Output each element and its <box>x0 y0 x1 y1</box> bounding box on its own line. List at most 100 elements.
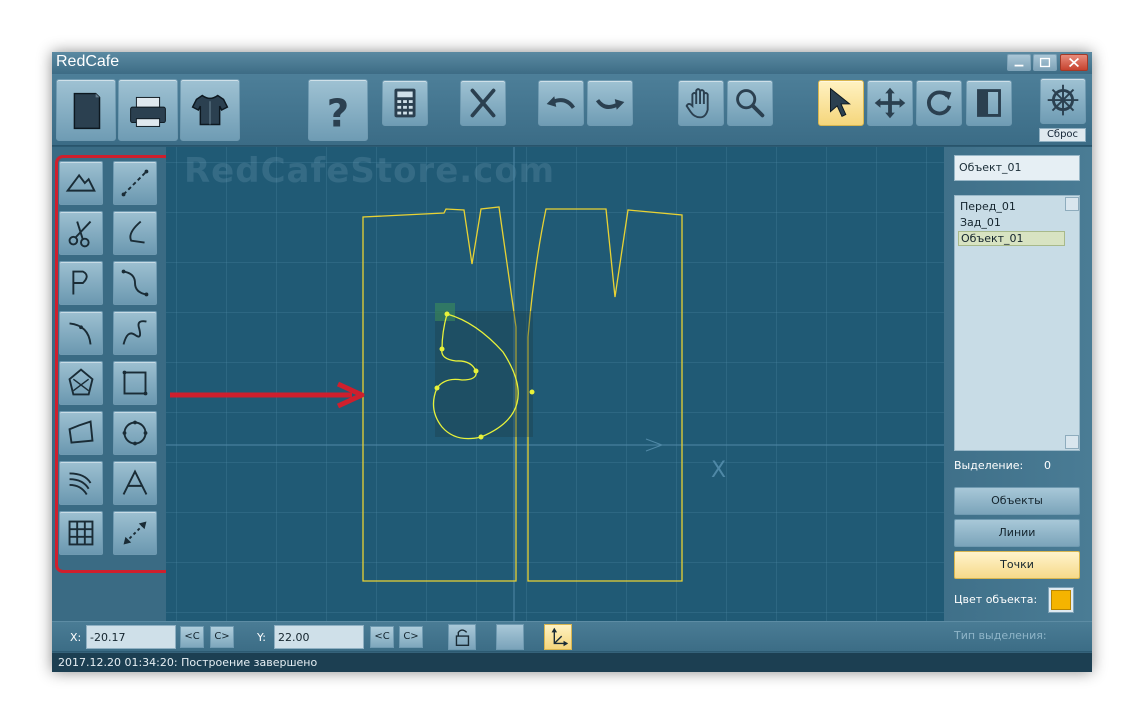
print-button[interactable] <box>118 79 178 141</box>
status-bar: 2017.12.20 01:34:20: Построение завершен… <box>52 652 1092 672</box>
question-icon: ? <box>327 91 349 136</box>
list-item[interactable]: Зад_01 <box>958 215 1065 230</box>
y-next-button[interactable]: C> <box>399 626 423 648</box>
lines-button[interactable]: Линии <box>954 519 1080 547</box>
magnifier-icon <box>736 89 765 118</box>
shirt-icon <box>191 94 229 126</box>
scrollbar-up[interactable] <box>1065 197 1079 211</box>
y-coord-input[interactable]: 22.00 <box>274 625 364 649</box>
tool-double-arrow[interactable] <box>113 511 157 555</box>
tool-stacked-arcs[interactable] <box>59 461 103 505</box>
scrollbar-down[interactable] <box>1065 435 1079 449</box>
window-title: RedCafe <box>56 53 120 70</box>
double-arrow-icon <box>123 521 147 545</box>
redo-button[interactable] <box>587 80 633 126</box>
garment-button[interactable] <box>180 79 240 141</box>
tool-p-shape[interactable] <box>59 261 103 305</box>
app-window: RedCafe ? Сброс RedCafeStore.com X Объек… <box>52 52 1092 672</box>
printer-icon <box>130 96 166 127</box>
lock-icon <box>455 629 470 646</box>
close-button[interactable] <box>1060 54 1088 71</box>
svg-text:?: ? <box>327 91 349 136</box>
angle-curve-icon <box>129 220 145 244</box>
tool-s-curve[interactable] <box>113 261 157 305</box>
spiral-curve-icon <box>122 320 147 345</box>
dashed-diagonal-icon <box>121 169 149 197</box>
document-icon <box>73 92 101 130</box>
y-prev-button[interactable]: <C <box>370 626 394 648</box>
main-toolbar: ? Сброс <box>52 74 1092 146</box>
tool-dashed-line[interactable] <box>113 161 157 205</box>
minimize-button[interactable] <box>1007 54 1031 71</box>
redo-arrow-icon <box>595 98 625 110</box>
tool-triangle-a[interactable] <box>113 461 157 505</box>
delete-button[interactable] <box>460 80 506 126</box>
rotate-icon <box>927 90 952 116</box>
help-button[interactable]: ? <box>308 79 368 141</box>
left-tools-panel <box>52 147 173 621</box>
tool-arc[interactable] <box>59 311 103 355</box>
zoom-button[interactable] <box>727 80 773 126</box>
select-button[interactable] <box>818 80 864 126</box>
arc-icon <box>69 322 92 345</box>
axes-toggle-button[interactable] <box>544 624 572 650</box>
move-button[interactable] <box>867 80 913 126</box>
hand-icon <box>685 88 709 119</box>
lock-button[interactable] <box>448 624 476 650</box>
new-file-button[interactable] <box>56 79 116 141</box>
reset-label[interactable]: Сброс <box>1039 128 1086 142</box>
maximize-button[interactable] <box>1033 54 1057 71</box>
objects-button[interactable]: Объекты <box>954 487 1080 515</box>
coordinate-bar: X: -20.17 <C C> Y: 22.00 <C C> Тип выдел… <box>52 621 1092 651</box>
object-color-label: Цвет объекта: <box>954 593 1038 606</box>
undo-button[interactable] <box>538 80 584 126</box>
tool-rectangle[interactable] <box>113 361 157 405</box>
x-prev-button[interactable]: <C <box>180 626 204 648</box>
pan-button[interactable] <box>678 80 724 126</box>
right-panel: Объект_01 Перед_01 Зад_01 Объект_01 Выде… <box>944 147 1092 621</box>
stacked-arcs-icon <box>69 472 92 495</box>
points-button[interactable]: Точки <box>954 551 1080 579</box>
square-icon <box>122 370 148 396</box>
reset-button[interactable] <box>1040 78 1086 124</box>
calculator-icon <box>394 88 416 118</box>
calculator-button[interactable] <box>382 80 428 126</box>
title-bar: RedCafe <box>52 52 1092 74</box>
x-next-button[interactable]: C> <box>210 626 234 648</box>
reset-target-icon <box>1047 84 1079 116</box>
list-item-selected[interactable]: Объект_01 <box>958 231 1065 246</box>
object-color-swatch[interactable] <box>1048 587 1074 613</box>
list-item[interactable]: Перед_01 <box>958 199 1065 214</box>
x-coord-label: X: <box>70 631 82 644</box>
tool-mountain[interactable] <box>59 161 103 205</box>
p-letter-icon <box>72 270 88 295</box>
tool-circle[interactable] <box>113 411 157 455</box>
grid-icon <box>68 520 94 546</box>
x-axis-label: X <box>711 458 726 483</box>
anchor-handle <box>435 303 455 321</box>
selection-count: 0 <box>1044 459 1051 472</box>
selection-type-label: Тип выделения: <box>954 629 1047 642</box>
object-list[interactable]: Перед_01 Зад_01 Объект_01 <box>954 195 1080 451</box>
back-piece-outline <box>527 208 683 582</box>
cursor-arrow-icon <box>830 87 851 118</box>
x-coord-input[interactable]: -20.17 <box>86 625 176 649</box>
blank-toggle-button[interactable] <box>496 624 524 650</box>
selection-label: Выделение: <box>954 459 1024 472</box>
tool-grid[interactable] <box>59 511 103 555</box>
mountain-icon <box>65 173 96 192</box>
tool-angle-curve[interactable] <box>113 211 157 255</box>
tool-spiral-curve[interactable] <box>113 311 157 355</box>
tool-rotate-shape[interactable] <box>59 361 103 405</box>
mirror-button[interactable] <box>966 80 1012 126</box>
y-coord-label: Y: <box>257 631 266 644</box>
tool-polygon[interactable] <box>59 411 103 455</box>
move-arrows-icon <box>874 87 906 119</box>
tool-scissors[interactable] <box>59 211 103 255</box>
rotate-button[interactable] <box>916 80 962 126</box>
status-message: 2017.12.20 01:34:20: Построение завершен… <box>58 656 318 669</box>
s-curve-icon <box>121 269 149 297</box>
selection-bounds <box>435 311 533 437</box>
annotation-arrow <box>170 381 365 409</box>
object-name-field[interactable]: Объект_01 <box>954 155 1080 181</box>
